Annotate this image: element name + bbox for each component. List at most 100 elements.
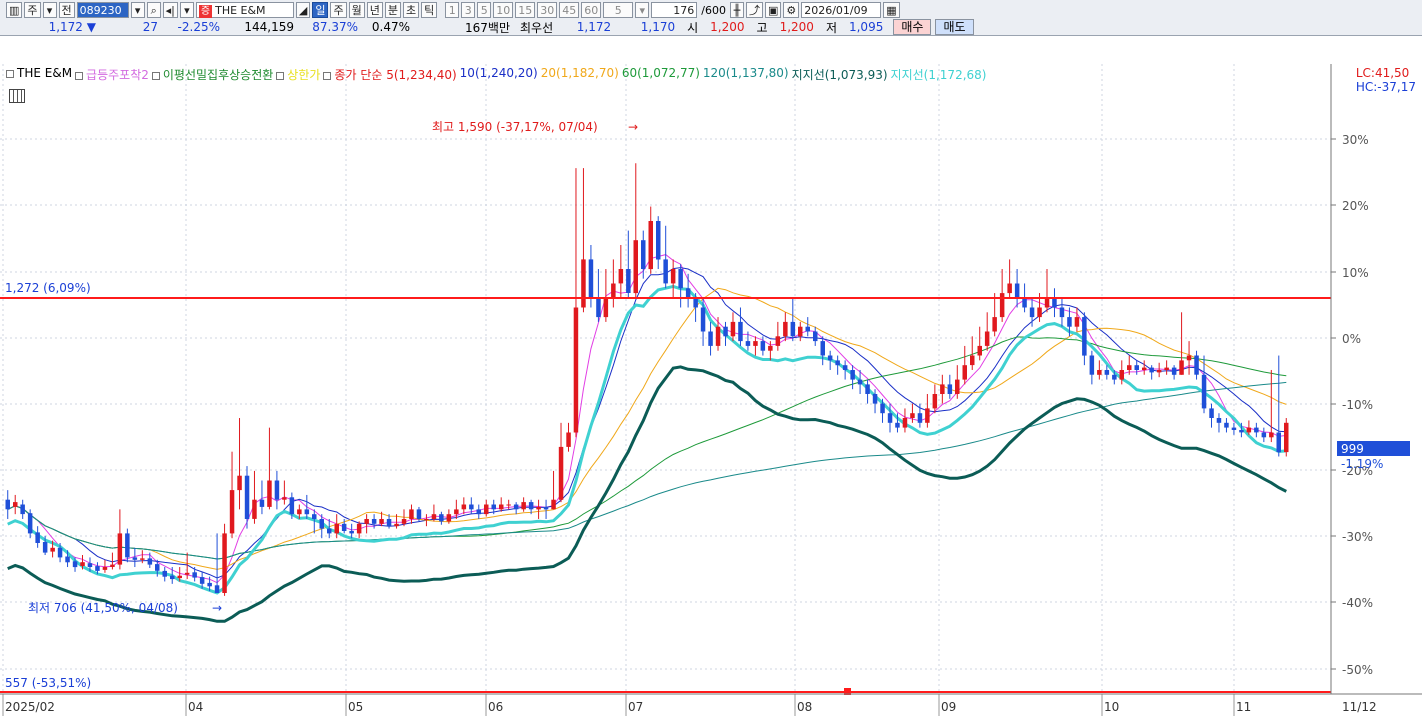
candle-body xyxy=(723,326,728,337)
price-axis-tick-label: 30% xyxy=(1342,133,1369,147)
current-price: 1,172 ▼ xyxy=(0,20,102,34)
history-icon[interactable]: ◂| xyxy=(162,2,178,18)
current-pct-label: -1.19% xyxy=(1341,457,1383,471)
legend-ind1[interactable]: 급등주포착2 xyxy=(75,66,149,83)
candle-body xyxy=(319,519,324,529)
search-icon[interactable]: ⌕ xyxy=(146,2,161,18)
candle-body xyxy=(827,355,833,361)
legend-stock[interactable]: THE E&M xyxy=(6,66,72,83)
candle-body xyxy=(857,379,863,385)
market-dropdown-icon[interactable]: ▾ xyxy=(42,2,57,18)
market-select[interactable]: 주 xyxy=(24,2,41,18)
stock-code-input[interactable]: 089230 xyxy=(76,2,129,18)
candle-body xyxy=(192,572,197,578)
candle-body xyxy=(760,341,766,351)
period-month[interactable]: 월 xyxy=(348,2,365,18)
candle-body xyxy=(1022,297,1027,308)
interval-10[interactable]: 10 xyxy=(493,2,514,18)
interval-45[interactable]: 45 xyxy=(559,2,580,18)
lc-hc-labels: LC:41,50 HC:-37,17 xyxy=(1356,66,1416,94)
sell-button[interactable]: 매도 xyxy=(935,19,974,35)
candle-body xyxy=(753,341,758,346)
candle-body xyxy=(229,490,235,534)
interval-1[interactable]: 1 xyxy=(445,2,460,18)
candle-body xyxy=(715,326,721,346)
name-expand-icon[interactable]: ◢ xyxy=(295,2,311,18)
candle-body xyxy=(454,509,459,515)
candle-body xyxy=(1014,283,1020,298)
candle-body xyxy=(214,585,220,593)
candle-body xyxy=(798,326,803,337)
candle-body xyxy=(551,499,556,510)
gear-icon[interactable]: ⚙ xyxy=(783,2,800,18)
date-axis-tick-label: 09 xyxy=(941,700,956,714)
candle-body xyxy=(513,504,519,510)
legend-ind4[interactable]: 종가 단순 5(1,234,40) xyxy=(323,66,457,83)
candle-body xyxy=(1171,367,1177,375)
period-tick[interactable]: 틱 xyxy=(421,2,438,18)
period-second[interactable]: 초 xyxy=(402,2,420,18)
legend-ind3[interactable]: 상한가 xyxy=(276,66,320,83)
candle-body xyxy=(685,288,691,298)
period-day[interactable]: 일 xyxy=(312,2,329,18)
candle-body xyxy=(1224,422,1229,428)
candle-body xyxy=(1074,317,1080,327)
candle-body xyxy=(536,507,541,510)
interval-dropdown-icon[interactable]: ▾ xyxy=(635,2,650,18)
layout-icon[interactable]: ▥ xyxy=(6,2,23,18)
custom-interval[interactable]: 5 xyxy=(603,2,634,18)
interval-30[interactable]: 30 xyxy=(537,2,558,18)
candle-body xyxy=(596,297,601,318)
candle-body xyxy=(334,523,339,534)
candle-body xyxy=(461,504,467,510)
legend-ind2[interactable]: 이평선밀집후상승전환 xyxy=(151,66,273,83)
price-axis-tick-label: 20% xyxy=(1342,199,1369,213)
legend-ind1-label: 급등주포착2 xyxy=(86,68,149,82)
candle-body xyxy=(491,504,496,510)
calendar-picker-icon[interactable]: ▦ xyxy=(883,2,900,18)
candle-body xyxy=(618,269,624,284)
candle-body xyxy=(895,422,900,428)
buy-button[interactable]: 매수 xyxy=(893,19,932,35)
candle-body xyxy=(379,519,384,524)
history-dropdown-icon[interactable]: ▾ xyxy=(179,2,194,18)
draw-tool-icon[interactable]: ⤴ xyxy=(745,2,763,18)
candle-body xyxy=(955,379,960,394)
stock-name: THE E&M xyxy=(215,4,266,17)
candle-body xyxy=(641,240,646,269)
code-dropdown-icon[interactable]: ▾ xyxy=(130,2,145,18)
interval-3[interactable]: 3 xyxy=(461,2,476,18)
calendar-icon[interactable] xyxy=(9,89,25,103)
candle-body xyxy=(506,504,511,506)
stock-name-field[interactable]: 증 THE E&M xyxy=(195,2,294,18)
price-chart[interactable]: 30%20%10%0%-10%-20%-30%-40%-50%2025/02 04… xyxy=(0,64,1422,722)
candle-body xyxy=(1246,427,1252,433)
candle-body xyxy=(484,504,489,515)
interval-5[interactable]: 5 xyxy=(477,2,492,18)
period-year[interactable]: 년 xyxy=(366,2,383,18)
count-max: /600 xyxy=(701,3,726,17)
interval-15[interactable]: 15 xyxy=(515,2,536,18)
candle-body xyxy=(1112,374,1117,380)
candle-body xyxy=(170,575,175,580)
period-week[interactable]: 주 xyxy=(330,2,347,18)
candle-body xyxy=(977,345,982,356)
price-axis-tick-label: 0% xyxy=(1342,332,1361,346)
candle-icon[interactable]: ╫ xyxy=(729,2,744,18)
candle-body xyxy=(327,528,332,534)
candle-body xyxy=(237,475,242,491)
count-input[interactable]: 176 xyxy=(651,2,698,18)
date-axis-tick-label: 2025/02 xyxy=(5,700,55,714)
candle-body xyxy=(1007,283,1012,294)
interval-60[interactable]: 60 xyxy=(581,2,602,18)
candle-body xyxy=(252,499,257,519)
all-button[interactable]: 전 xyxy=(58,2,75,18)
candle-body xyxy=(1127,365,1132,370)
candle-body xyxy=(147,558,153,565)
date-input[interactable]: 2026/01/09 xyxy=(801,2,882,18)
period-minute[interactable]: 분 xyxy=(384,2,401,18)
legend-stock-label: THE E&M xyxy=(17,66,73,80)
candle-body xyxy=(469,504,474,510)
candle-body xyxy=(80,562,85,566)
save-icon[interactable]: ▣ xyxy=(764,2,782,18)
